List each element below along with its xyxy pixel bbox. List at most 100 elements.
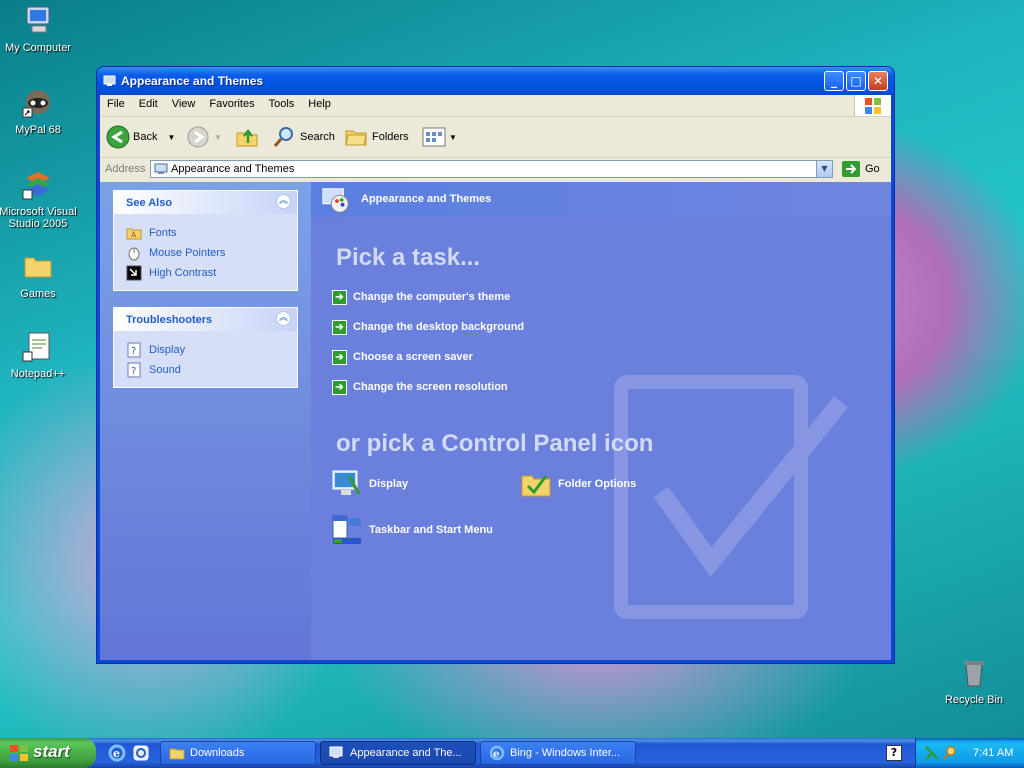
- svg-text:e: e: [493, 749, 499, 760]
- taskbar-start-menu-icon: [332, 515, 361, 544]
- task-label: Choose a screen saver: [353, 351, 473, 363]
- views-dropdown-icon[interactable]: ▼: [449, 133, 457, 142]
- search-icon: [273, 127, 293, 147]
- help-icon[interactable]: ?: [886, 745, 902, 761]
- troubleshooter-link-label: Sound: [149, 364, 181, 376]
- address-field[interactable]: Appearance and Themes ▼: [150, 160, 833, 178]
- window-title: Appearance and Themes: [121, 74, 264, 88]
- quick-launch-browser-icon[interactable]: [132, 744, 150, 762]
- minimize-button[interactable]: _: [824, 71, 844, 91]
- search-button[interactable]: Search: [272, 122, 335, 152]
- taskbar-button-downloads[interactable]: Downloads: [160, 741, 316, 765]
- start-label: start: [33, 742, 70, 761]
- views-icon: [422, 127, 446, 147]
- task-screen-resolution[interactable]: ➔ Change the screen resolution: [332, 378, 508, 396]
- menu-tools[interactable]: Tools: [262, 95, 302, 110]
- task-change-background[interactable]: ➔ Change the desktop background: [332, 318, 524, 336]
- forward-dropdown-icon[interactable]: ▼: [214, 133, 222, 142]
- folders-button[interactable]: Folders: [344, 122, 409, 152]
- taskbar-button-bing-ie[interactable]: e Bing - Windows Inter...: [480, 741, 636, 765]
- category-header: Appearance and Themes: [311, 182, 891, 217]
- taskbar-button-label: Bing - Windows Inter...: [510, 747, 621, 759]
- desktop-icon-recycle-bin[interactable]: Recycle Bin: [934, 656, 1014, 706]
- see-also-high-contrast-link[interactable]: High Contrast: [114, 263, 297, 283]
- forward-arrow-icon: [187, 126, 209, 148]
- svg-text:?: ?: [131, 346, 136, 357]
- start-button[interactable]: start: [0, 738, 96, 768]
- troubleshooters-panel: Troubleshooters ︽ ? Display ? Sound: [113, 307, 298, 388]
- task-pane: See Also ︽ A Fonts Mouse Pointers High C…: [100, 182, 311, 660]
- task-label: Change the screen resolution: [353, 381, 508, 393]
- maximize-icon: □: [850, 74, 862, 88]
- maximize-button[interactable]: □: [846, 71, 866, 91]
- svg-text:e: e: [113, 747, 120, 760]
- tray-search-icon[interactable]: [942, 745, 958, 761]
- clock[interactable]: 7:41 AM: [973, 747, 1013, 759]
- see-also-fonts-link[interactable]: A Fonts: [114, 223, 297, 243]
- desktop-icon-my-computer[interactable]: My Computer: [0, 4, 78, 54]
- cp-icon-folder-options[interactable]: Folder Options: [520, 468, 636, 500]
- task-arrow-icon: ➔: [332, 379, 347, 395]
- desktop-icon-visual-studio[interactable]: Microsoft Visual Studio 2005: [0, 168, 78, 230]
- task-screen-saver[interactable]: ➔ Choose a screen saver: [332, 348, 473, 366]
- recycle-bin-icon: [964, 661, 984, 687]
- troubleshooters-header[interactable]: Troubleshooters ︽: [114, 308, 297, 331]
- see-also-mouse-pointers-link[interactable]: Mouse Pointers: [114, 243, 297, 263]
- see-also-panel: See Also ︽ A Fonts Mouse Pointers High C…: [113, 190, 298, 291]
- cp-icon-taskbar-start-menu[interactable]: Taskbar and Start Menu: [331, 514, 493, 546]
- task-change-theme[interactable]: ➔ Change the computer's theme: [332, 288, 510, 306]
- visual-studio-icon: [22, 172, 50, 200]
- collapse-chevron-icon[interactable]: ︽: [276, 311, 291, 326]
- network-icon[interactable]: [924, 745, 940, 761]
- standard-toolbar: Back ▼ ▼ Search Folders ▼: [100, 117, 891, 158]
- menu-edit[interactable]: Edit: [132, 95, 165, 110]
- taskbar: start e Downloads Appearance and The... …: [0, 738, 1024, 768]
- cp-icon-label: Display: [369, 478, 409, 490]
- folder-icon: [169, 748, 185, 760]
- address-value: Appearance and Themes: [171, 163, 295, 175]
- menu-favorites[interactable]: Favorites: [202, 95, 261, 110]
- see-also-link-label: Fonts: [149, 227, 177, 239]
- quick-launch-ie-icon[interactable]: e: [108, 744, 126, 762]
- task-arrow-icon: ➔: [332, 349, 347, 365]
- troubleshooters-title: Troubleshooters: [126, 314, 213, 326]
- task-arrow-icon: ➔: [332, 319, 347, 335]
- back-button[interactable]: Back ▼: [105, 122, 175, 152]
- cp-icon-label: Taskbar and Start Menu: [369, 524, 493, 536]
- address-dropdown-icon[interactable]: ▼: [816, 161, 832, 177]
- up-folder-button[interactable]: [235, 122, 259, 152]
- see-also-link-label: Mouse Pointers: [149, 247, 226, 259]
- troubleshooter-display-link[interactable]: ? Display: [114, 340, 297, 360]
- appearance-themes-icon: [154, 163, 168, 174]
- close-button[interactable]: ✕: [868, 71, 888, 91]
- back-arrow-icon: [106, 125, 130, 149]
- folders-icon: [345, 130, 367, 146]
- taskbar-button-label: Downloads: [190, 747, 245, 759]
- cp-icon-display[interactable]: Display: [331, 468, 408, 500]
- menu-help[interactable]: Help: [301, 95, 338, 110]
- svg-text:A: A: [130, 231, 137, 239]
- checkmark-watermark-icon: [614, 375, 848, 619]
- troubleshooter-sound-link[interactable]: ? Sound: [114, 360, 297, 380]
- appearance-themes-icon: [103, 75, 116, 86]
- windows-logo-icon: [10, 745, 28, 761]
- internet-explorer-icon: e: [489, 745, 505, 761]
- taskbar-button-appearance-themes[interactable]: Appearance and The...: [320, 741, 476, 765]
- forward-button[interactable]: ▼: [186, 122, 222, 152]
- menu-file[interactable]: File: [100, 95, 132, 110]
- back-label: Back: [133, 131, 158, 143]
- desktop-icon-notepadpp[interactable]: Notepad++: [0, 330, 78, 380]
- see-also-header[interactable]: See Also ︽: [114, 191, 297, 214]
- desktop-icon-mypal[interactable]: MyPal 68: [0, 86, 78, 136]
- collapse-chevron-icon[interactable]: ︽: [276, 194, 291, 209]
- desktop-icon-label: MyPal 68: [15, 124, 61, 136]
- window-titlebar[interactable]: Appearance and Themes _ □ ✕: [97, 67, 894, 95]
- menu-view[interactable]: View: [165, 95, 203, 110]
- appearance-themes-icon: [329, 746, 343, 758]
- go-button[interactable]: Go: [842, 161, 880, 177]
- back-dropdown-icon[interactable]: ▼: [167, 133, 175, 142]
- desktop-icon-games[interactable]: Games: [0, 250, 78, 300]
- mouse-icon: [128, 247, 140, 261]
- search-label: Search: [300, 131, 335, 143]
- views-button[interactable]: ▼: [422, 122, 457, 152]
